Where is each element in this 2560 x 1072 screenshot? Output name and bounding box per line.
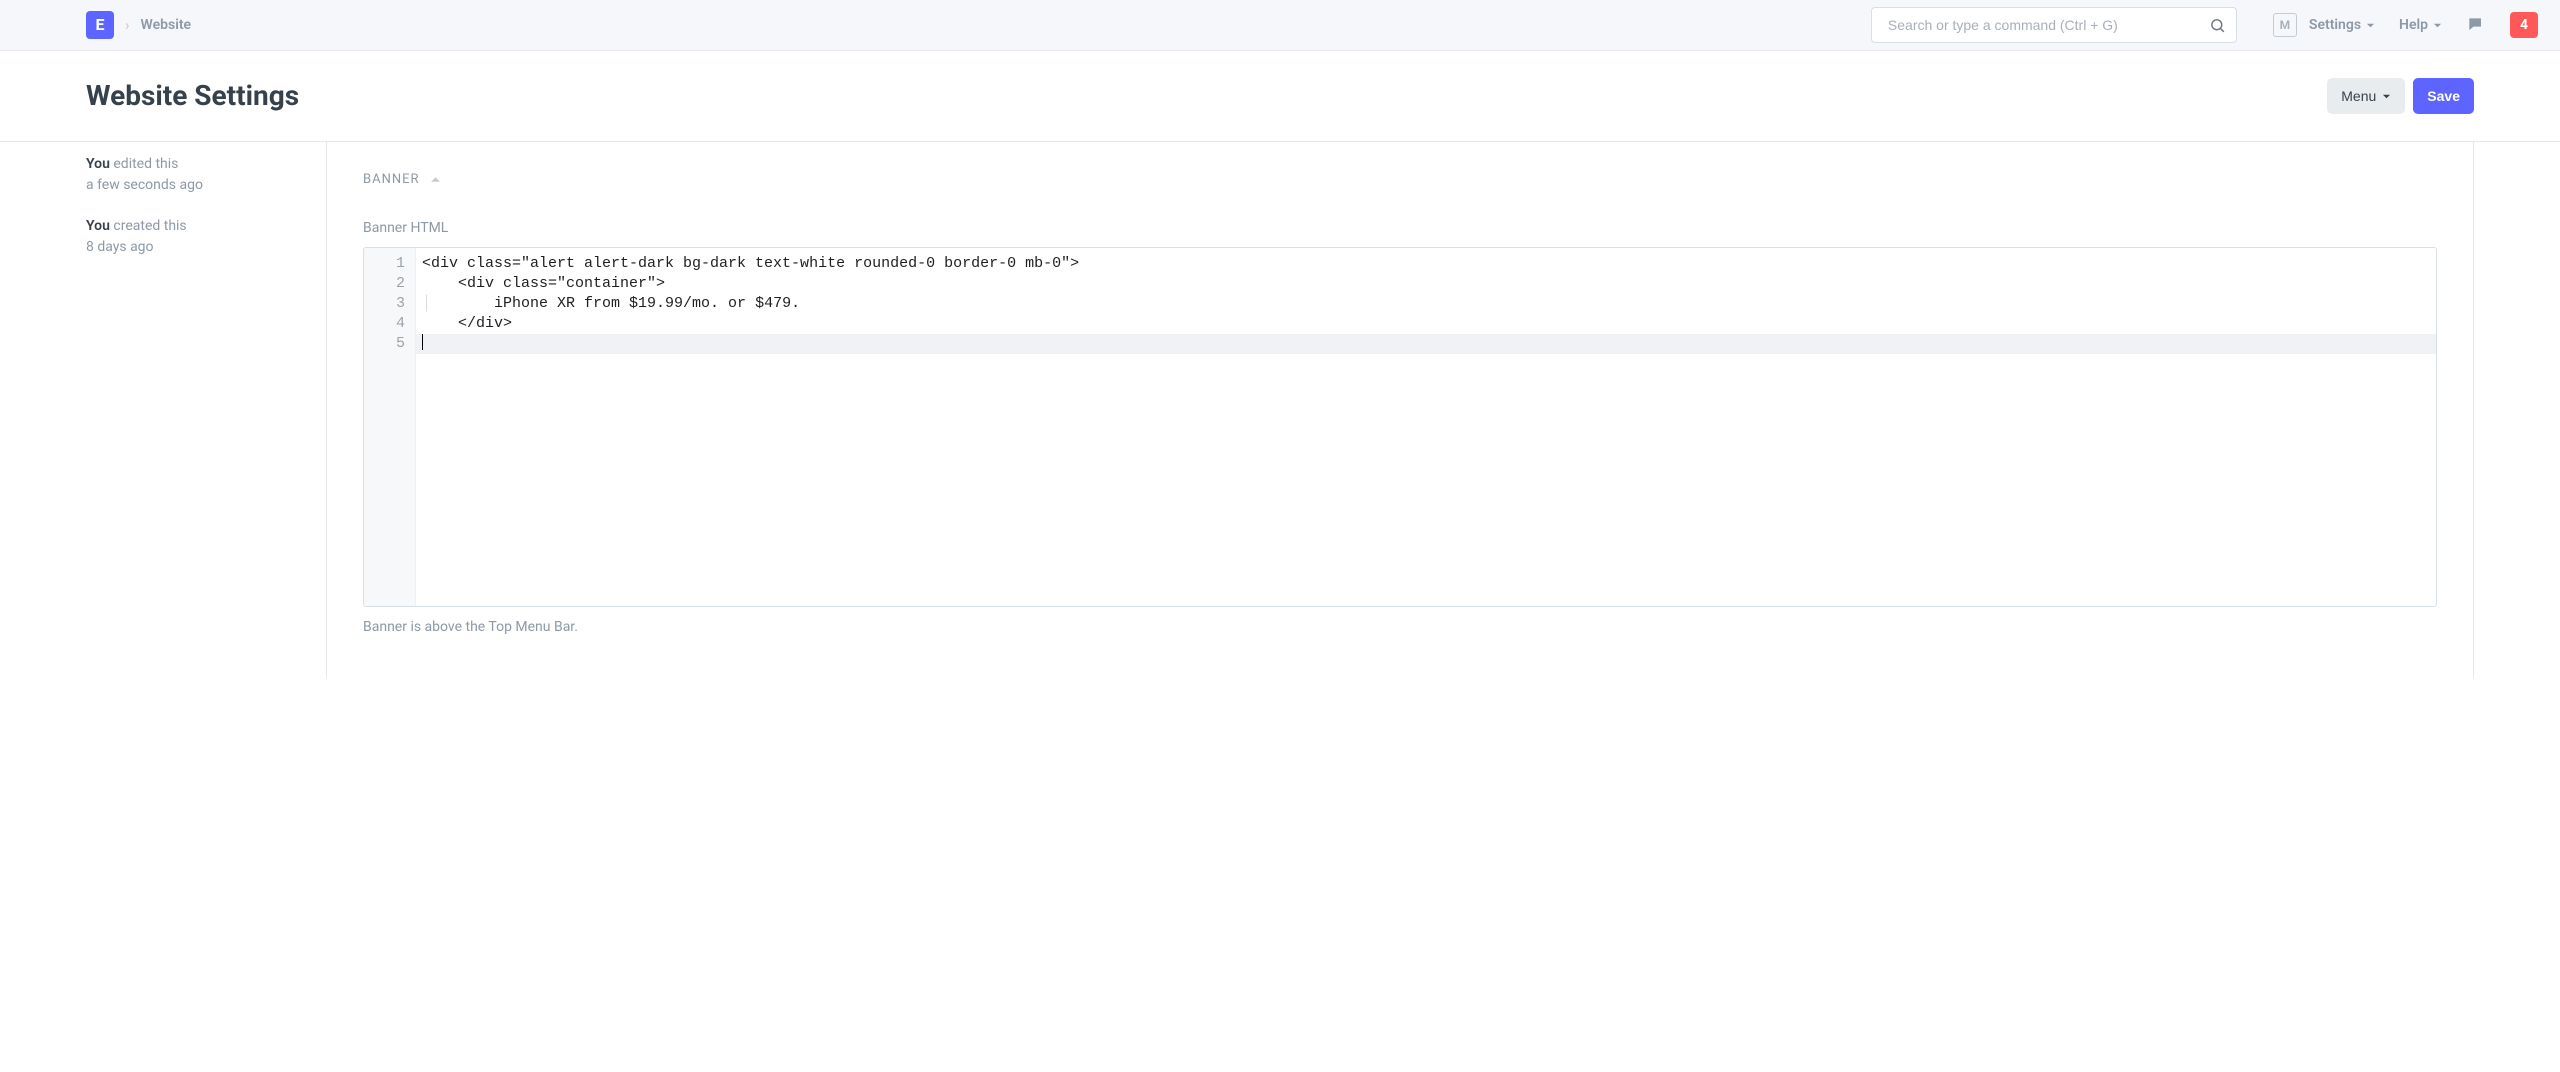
menu-button[interactable]: Menu xyxy=(2327,78,2405,114)
chat-icon[interactable] xyxy=(2466,15,2486,35)
app-logo[interactable]: E xyxy=(86,11,114,39)
chevron-up-icon xyxy=(430,174,441,185)
activity-time: 8 days ago xyxy=(86,237,326,258)
field-help-text: Banner is above the Top Menu Bar. xyxy=(363,617,2437,638)
chevron-down-icon xyxy=(2382,92,2391,101)
section-header-banner[interactable]: BANNER xyxy=(363,170,2437,190)
field-label-banner-html: Banner HTML xyxy=(363,218,2437,239)
chevron-down-icon xyxy=(2433,21,2442,30)
form-main: BANNER Banner HTML 12345 <div class="ale… xyxy=(326,142,2474,678)
settings-menu[interactable]: Settings xyxy=(2309,15,2375,36)
global-search[interactable] xyxy=(1871,7,2237,43)
activity-action: created this xyxy=(110,218,187,234)
breadcrumb-item[interactable]: Website xyxy=(141,15,192,36)
page-title: Website Settings xyxy=(86,75,299,117)
page-header: Website Settings Menu Save xyxy=(0,51,2560,142)
search-icon xyxy=(2209,17,2226,34)
help-label: Help xyxy=(2399,15,2428,36)
notification-badge[interactable]: 4 xyxy=(2510,12,2538,38)
banner-html-editor[interactable]: 12345 <div class="alert alert-dark bg-da… xyxy=(363,247,2437,607)
activity-actor: You xyxy=(86,156,110,172)
activity-entry: You edited this a few seconds ago xyxy=(86,154,326,196)
settings-label: Settings xyxy=(2309,15,2361,36)
activity-sidebar: You edited this a few seconds ago You cr… xyxy=(86,142,326,678)
user-avatar[interactable]: M xyxy=(2273,13,2297,37)
activity-actor: You xyxy=(86,218,110,234)
search-input[interactable] xyxy=(1886,16,2209,34)
topbar: E › Website M Settings Help 4 xyxy=(0,0,2560,51)
save-button[interactable]: Save xyxy=(2413,78,2474,114)
section-title: BANNER xyxy=(363,170,420,190)
activity-action: edited this xyxy=(110,156,179,172)
chevron-down-icon xyxy=(2366,21,2375,30)
menu-button-label: Menu xyxy=(2341,88,2376,104)
activity-entry: You created this 8 days ago xyxy=(86,216,326,258)
help-menu[interactable]: Help xyxy=(2399,15,2442,36)
breadcrumb-separator: › xyxy=(125,14,130,37)
code-gutter: 12345 xyxy=(364,248,416,606)
code-content[interactable]: <div class="alert alert-dark bg-dark tex… xyxy=(416,248,2436,606)
activity-time: a few seconds ago xyxy=(86,175,326,196)
